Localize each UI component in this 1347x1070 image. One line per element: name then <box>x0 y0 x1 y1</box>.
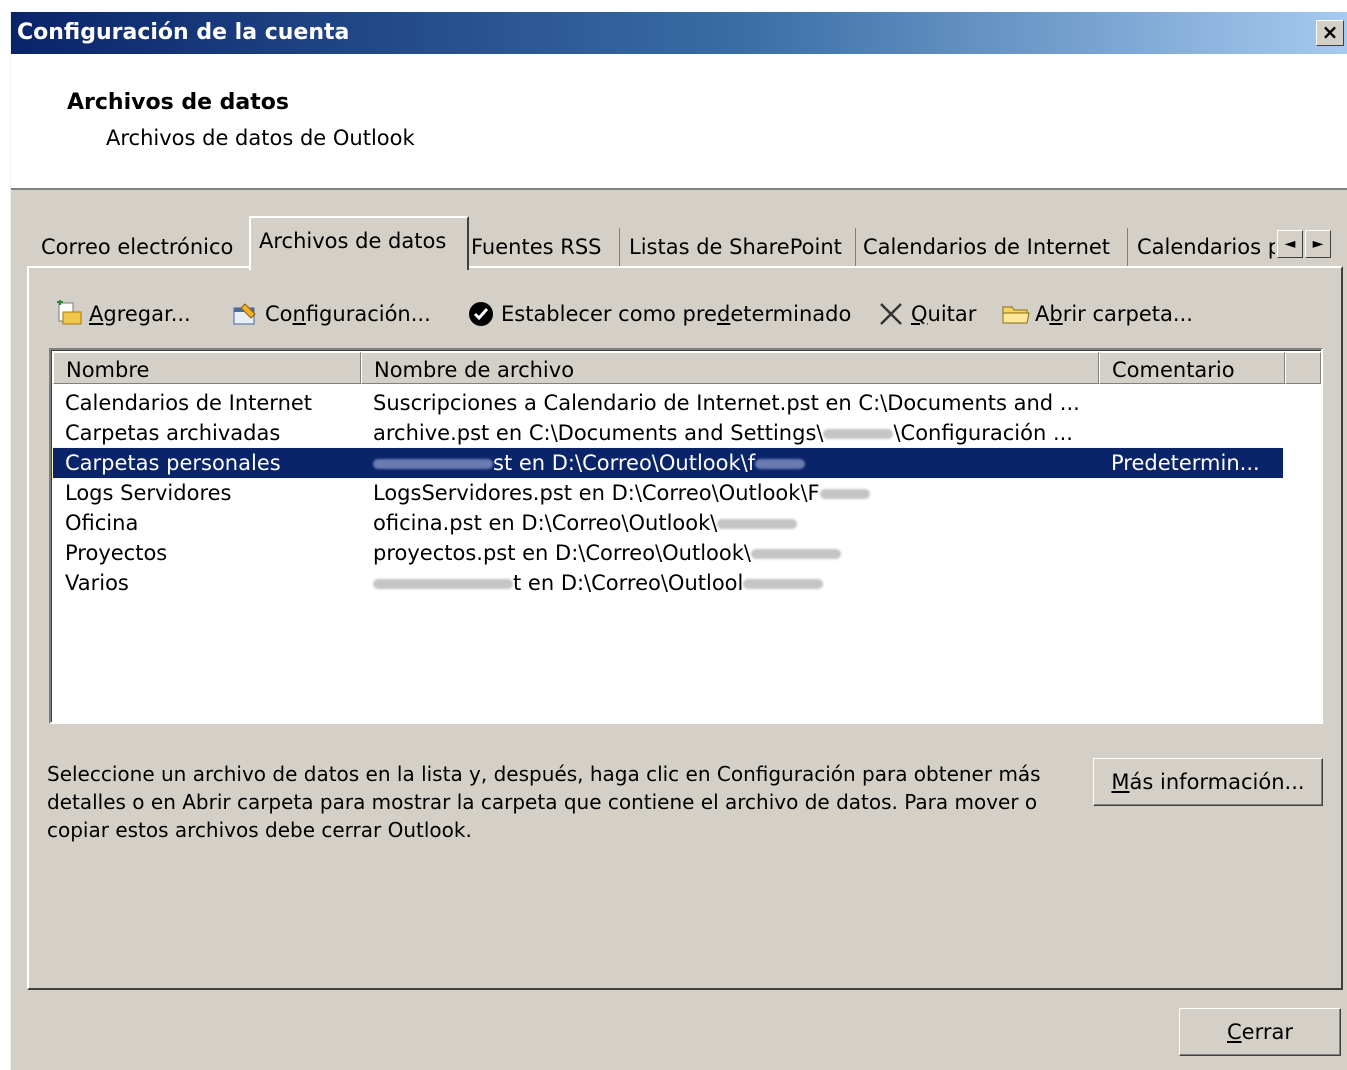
row-name: Logs Servidores <box>65 481 232 505</box>
tab-panel-data-files: Agregar... Co n figuración... Establecer c… <box>27 266 1343 990</box>
row-file: t en D:\Correo\Outlool <box>513 571 744 595</box>
set-default-label-post: eterminado <box>730 302 852 326</box>
tab-internet-calendars[interactable]: Calendarios de Internet <box>855 228 1128 266</box>
redacted-text <box>373 459 493 469</box>
settings-label-key: n <box>292 302 306 326</box>
tab-calendars-truncated[interactable]: Calendarios p <box>1129 228 1275 266</box>
column-header-filler <box>1285 352 1321 384</box>
add-file-icon <box>55 299 83 328</box>
row-file-tail: \Configuración ... <box>893 421 1073 445</box>
settings-icon <box>231 300 259 328</box>
add-button[interactable]: Agregar... <box>55 296 191 332</box>
open-folder-label-pre: A <box>1035 302 1050 326</box>
tab-data-files[interactable]: Archivos de datos <box>249 216 469 270</box>
table-row[interactable]: Varios t en D:\Correo\Outlool <box>53 568 1283 598</box>
column-header-name[interactable]: Nombre <box>53 352 361 384</box>
redacted-text <box>743 579 824 589</box>
open-folder-button[interactable]: Ab rir carpeta... <box>1001 296 1193 332</box>
data-files-list[interactable]: Nombre Nombre de archivo Comentario Cale… <box>49 348 1323 724</box>
column-header-comment[interactable]: Comentario <box>1099 352 1285 384</box>
row-name: Calendarios de Internet <box>65 391 313 415</box>
set-default-label-pre: Establecer como pre <box>501 302 717 326</box>
close-window-button[interactable]: × <box>1316 20 1344 46</box>
row-file: st en D:\Correo\Outlook\f <box>493 451 756 475</box>
row-file: LogsServidores.pst en D:\Correo\Outlook\… <box>373 481 820 505</box>
row-file: archive.pst en C:\Documents and Settings… <box>373 421 824 445</box>
dialog-window: Configuración de la cuenta × Archivos de… <box>10 12 1347 1070</box>
more-info-button[interactable]: Más información... <box>1093 758 1323 806</box>
redacted-text <box>755 459 806 469</box>
column-header-filename[interactable]: Nombre de archivo <box>361 352 1099 384</box>
help-description: Seleccione un archivo de datos en la lis… <box>47 762 1041 842</box>
tab-scroll-left-button[interactable]: ◄ <box>1277 230 1303 258</box>
remove-label-post: uitar <box>927 302 977 326</box>
row-file: Suscripciones a Calendario de Internet.p… <box>373 391 1080 415</box>
tab-email[interactable]: Correo electrónico <box>33 228 260 266</box>
x-icon <box>877 300 905 328</box>
table-row[interactable]: Calendarios de Internet Suscripciones a … <box>53 388 1283 418</box>
add-label-post: gregar... <box>103 302 191 326</box>
header-subtitle: Archivos de datos de Outlook <box>106 126 415 150</box>
row-comment: Predetermin... <box>1111 451 1260 475</box>
remove-button[interactable]: Quitar <box>877 296 976 332</box>
row-file: proyectos.pst en D:\Correo\Outlook\ <box>373 541 751 565</box>
row-file-cell: st en D:\Correo\Outlook\f <box>361 448 1099 478</box>
folder-icon <box>1001 300 1030 328</box>
row-name: Carpetas personales <box>65 451 281 475</box>
checkmark-icon <box>467 300 495 328</box>
more-info-label: ás información... <box>1129 770 1305 794</box>
toolbar: Agregar... Co n figuración... Establecer c… <box>55 296 1315 332</box>
remove-label-key: Q <box>911 302 928 326</box>
row-file-cell: oficina.pst en D:\Correo\Outlook\ <box>361 508 1099 538</box>
table-row[interactable]: Carpetas archivadas archive.pst en C:\Do… <box>53 418 1283 448</box>
redacted-text <box>750 549 841 559</box>
row-file-cell: proyectos.pst en D:\Correo\Outlook\ <box>361 538 1099 568</box>
redacted-text <box>819 489 870 499</box>
more-info-key: M <box>1111 770 1130 794</box>
window-title: Configuración de la cuenta <box>17 20 350 45</box>
row-file-cell: t en D:\Correo\Outlool <box>361 568 1099 598</box>
set-default-label-key: d <box>716 302 731 326</box>
add-label-key: A <box>89 302 104 326</box>
tab-sharepoint-lists[interactable]: Listas de SharePoint <box>621 228 856 266</box>
close-button[interactable]: Cerrar <box>1179 1008 1341 1056</box>
dialog-header: Archivos de datos Archivos de datos de O… <box>11 54 1347 190</box>
title-bar: Configuración de la cuenta × <box>11 12 1347 54</box>
set-default-button[interactable]: Establecer como pre d eterminado <box>467 296 851 332</box>
settings-label-pre: Co <box>265 302 293 326</box>
tab-strip: Correo electrónico Archivos de datos Fue… <box>27 216 1341 270</box>
redacted-text <box>717 519 798 529</box>
close-label: errar <box>1241 1020 1293 1044</box>
redacted-text <box>823 429 894 439</box>
list-header: Nombre Nombre de archivo Comentario <box>53 352 1321 386</box>
table-row[interactable]: Proyectos proyectos.pst en D:\Correo\Out… <box>53 538 1283 568</box>
header-title: Archivos de datos <box>67 90 289 115</box>
table-row[interactable]: Oficina oficina.pst en D:\Correo\Outlook… <box>53 508 1283 538</box>
settings-label-post: figuración... <box>305 302 431 326</box>
row-name: Varios <box>65 571 129 595</box>
open-folder-label-post: rir carpeta... <box>1062 302 1193 326</box>
tab-scroll-right-button[interactable]: ► <box>1305 230 1331 258</box>
settings-button[interactable]: Co n figuración... <box>231 296 431 332</box>
open-folder-label-key: b <box>1049 302 1063 326</box>
row-file: oficina.pst en D:\Correo\Outlook\ <box>373 511 718 535</box>
row-name: Proyectos <box>65 541 168 565</box>
tab-rss-feeds[interactable]: Fuentes RSS <box>463 228 620 266</box>
row-name: Oficina <box>65 511 139 535</box>
row-file-cell: archive.pst en C:\Documents and Settings… <box>361 418 1099 448</box>
row-name: Carpetas archivadas <box>65 421 281 445</box>
row-file-cell: LogsServidores.pst en D:\Correo\Outlook\… <box>361 478 1099 508</box>
table-row-selected[interactable]: Carpetas personales st en D:\Correo\Outl… <box>52 447 1284 479</box>
close-key: C <box>1227 1020 1242 1044</box>
table-row[interactable]: Logs Servidores LogsServidores.pst en D:… <box>53 478 1283 508</box>
redacted-text <box>373 579 513 589</box>
